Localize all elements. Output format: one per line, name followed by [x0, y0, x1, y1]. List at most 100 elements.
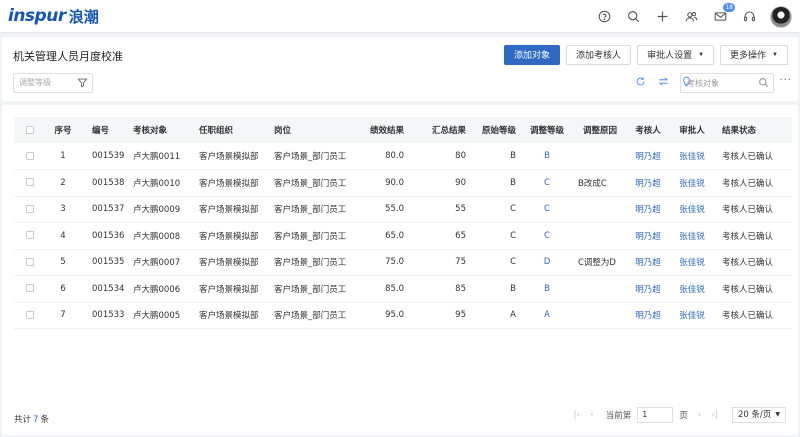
swap-icon[interactable]	[658, 76, 669, 87]
col-header[interactable]: 序号	[46, 117, 80, 143]
row-perf-result: 85.0	[385, 283, 404, 294]
col-header[interactable]: 调整原因	[574, 117, 626, 143]
table-row[interactable]: 5 001535 卢大鹏0007 客户场景模拟部 客户场景_部门员工 75.0 75 C D C调…	[14, 249, 792, 276]
page-number-input[interactable]: 1	[637, 407, 674, 423]
row-approver-link[interactable]: 张佳锐	[670, 276, 714, 303]
col-header[interactable]: 绩效结果	[358, 117, 408, 143]
prev-page-icon[interactable]: ‹	[590, 410, 594, 420]
filter-placeholder: 调整等级	[19, 78, 51, 87]
total-number: 7	[33, 415, 39, 425]
row-checkbox[interactable]	[26, 284, 34, 293]
col-header[interactable]: 审批人	[670, 117, 714, 143]
table-row[interactable]: 7 001533 卢大鹏0005 客户场景模拟部 客户场景_部门员工 95.0 95 A A 明乃…	[14, 302, 792, 329]
row-checkbox-cell	[14, 223, 46, 250]
mail-badge: 18	[723, 2, 735, 12]
row-perf-result: 80.0	[385, 151, 404, 161]
row-adjusted-level[interactable]: B	[520, 143, 574, 170]
search-icon[interactable]	[626, 10, 640, 24]
row-checkbox[interactable]	[26, 231, 34, 240]
col-header[interactable]: 岗位	[266, 117, 358, 143]
row-code: 001535	[92, 257, 125, 268]
row-approver-link[interactable]: 张佳锐	[670, 196, 714, 223]
row-adjusted-level[interactable]: C	[520, 170, 574, 197]
row-org: 客户场景模拟部	[199, 311, 259, 322]
row-reviewer-link[interactable]: 明乃超	[626, 223, 670, 250]
mail-icon[interactable]: 18	[713, 2, 735, 24]
row-adjusted-level[interactable]: B	[520, 276, 574, 303]
caret-down-icon: ▼	[775, 411, 780, 418]
search-input[interactable]	[681, 74, 755, 92]
row-checkbox-cell	[14, 143, 46, 170]
col-header[interactable]: 编号	[80, 117, 125, 143]
row-checkbox-cell	[14, 170, 46, 197]
row-adjusted-level[interactable]: C	[520, 196, 574, 223]
col-header[interactable]: 考核对象	[125, 117, 191, 143]
row-checkbox[interactable]	[26, 151, 34, 160]
row-approver-link[interactable]: 张佳锐	[670, 170, 714, 197]
row-position: 客户场景_部门员工	[274, 178, 347, 189]
search-box[interactable]	[680, 73, 774, 93]
funnel-icon[interactable]	[77, 77, 88, 88]
row-target: 卢大鹏0011	[133, 152, 181, 162]
row-checkbox[interactable]	[26, 204, 34, 213]
inspur-logo[interactable]: inspur 浪潮	[8, 6, 99, 26]
col-header[interactable]: 任职组织	[191, 117, 266, 143]
row-adjusted-level[interactable]: D	[520, 249, 574, 276]
more-actions-button[interactable]: 更多操作 ▼	[720, 45, 788, 65]
table-row[interactable]: 2 001538 卢大鹏0010 客户场景模拟部 客户场景_部门员工 90.0 90 B C B改…	[14, 170, 792, 197]
table-row[interactable]: 4 001536 卢大鹏0008 客户场景模拟部 客户场景_部门员工 65.0 65 C C 明乃…	[14, 223, 792, 250]
row-reviewer-link[interactable]: 明乃超	[626, 249, 670, 276]
row-adjusted-level[interactable]: C	[520, 223, 574, 250]
row-reviewer-link[interactable]: 明乃超	[626, 143, 670, 170]
table-row[interactable]: 6 001534 卢大鹏0006 客户场景模拟部 客户场景_部门员工 85.0 85 B B 明乃…	[14, 276, 792, 303]
help-icon[interactable]	[597, 10, 611, 24]
adjust-level-filter[interactable]: 调整等级	[13, 73, 93, 93]
row-position: 客户场景_部门员工	[274, 205, 347, 216]
add-reviewer-button[interactable]: 添加考核人	[566, 45, 632, 65]
col-header[interactable]: 汇总结果	[408, 117, 470, 143]
row-reviewer-link[interactable]: 明乃超	[626, 276, 670, 303]
refresh-icon[interactable]	[635, 76, 646, 87]
add-target-button[interactable]: 添加对象	[504, 45, 561, 65]
row-checkbox[interactable]	[26, 257, 34, 266]
table-row[interactable]: 3 001537 卢大鹏0009 客户场景模拟部 客户场景_部门员工 55.0 55 C C 明乃…	[14, 196, 792, 223]
row-adjust-reason	[574, 302, 626, 329]
row-summary-result: 80	[455, 151, 466, 161]
select-all-checkbox[interactable]	[26, 125, 34, 134]
user-avatar[interactable]	[770, 5, 792, 28]
approver-settings-button[interactable]: 审批人设置 ▼	[637, 45, 715, 65]
row-adjust-reason	[574, 196, 626, 223]
row-approver-link[interactable]: 张佳锐	[670, 249, 714, 276]
last-page-icon[interactable]: ›|	[711, 410, 718, 420]
row-index: 4	[60, 230, 66, 241]
headset-icon[interactable]	[742, 10, 756, 24]
row-checkbox[interactable]	[26, 178, 34, 187]
row-reviewer-link[interactable]: 明乃超	[626, 196, 670, 223]
people-icon[interactable]	[684, 10, 698, 24]
row-approver-link[interactable]: 张佳锐	[670, 302, 714, 329]
col-header[interactable]: 结果状态	[714, 117, 792, 143]
row-adjusted-level[interactable]: A	[520, 302, 574, 329]
search-icon[interactable]	[758, 77, 769, 88]
more-dots-icon[interactable]: ···	[779, 75, 792, 86]
page-suffix: 页	[679, 411, 688, 421]
row-approver-link[interactable]: 张佳锐	[670, 143, 714, 170]
first-page-icon[interactable]: |‹	[573, 410, 580, 420]
row-status: 考核人已确认	[722, 231, 774, 242]
col-header[interactable]: 原始等级	[470, 117, 520, 143]
row-approver-link[interactable]: 张佳锐	[670, 223, 714, 250]
page-size-select[interactable]: 20 条/页 ▼	[731, 407, 786, 423]
plus-icon[interactable]	[655, 10, 669, 24]
row-reviewer-link[interactable]: 明乃超	[626, 302, 670, 329]
row-checkbox[interactable]	[26, 310, 34, 319]
col-header[interactable]: 考核人	[626, 117, 670, 143]
next-page-icon[interactable]: ›	[698, 410, 702, 420]
row-position: 客户场景_部门员工	[274, 152, 347, 162]
row-reviewer-link[interactable]: 明乃超	[626, 170, 670, 197]
row-original-level: A	[510, 310, 516, 321]
row-checkbox-cell	[14, 276, 46, 303]
row-position: 客户场景_部门员工	[274, 258, 347, 269]
col-header[interactable]: 调整等级	[520, 117, 574, 143]
row-status: 考核人已确认	[722, 311, 774, 322]
table-row[interactable]: 1 001539 卢大鹏0011 客户场景模拟部 客户场景_部门员工 80.0 80 B B 明乃…	[14, 143, 792, 170]
